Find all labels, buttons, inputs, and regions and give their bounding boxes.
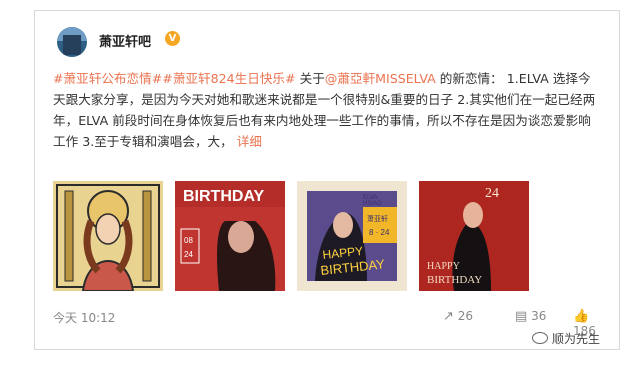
like-icon: 👍 [573,309,590,324]
hashtag-link[interactable]: #萧亚轩824生日快乐# [162,71,295,86]
account-name[interactable]: 萧亚轩吧 [99,31,151,50]
svg-text:BIRTHDAY: BIRTHDAY [427,274,482,286]
post-text: #萧亚轩公布恋情##萧亚轩824生日快乐# 关于@蕭亞軒MISSELVA 的新恋… [53,68,597,152]
verified-badge-icon: V [165,31,180,46]
share-icon: ↗ [443,309,454,324]
svg-text:24: 24 [485,186,499,201]
avatar-building [63,35,81,55]
post-image-3[interactable]: 萧亚轩 8 · 24 ELVA HSIAO HAPPY BIRTHDAY [297,181,407,291]
share-count: 26 [457,309,474,323]
post-image-2[interactable]: BIRTHDAY 08 24 [175,181,285,291]
comment-button[interactable]: ▤ 36 [515,309,546,324]
watermark: 顺为先生 [532,330,600,347]
svg-text:HSIAO: HSIAO [363,201,382,207]
birthday-poster-3: 萧亚轩 8 · 24 ELVA HSIAO HAPPY BIRTHDAY [297,181,407,291]
comment-count: 36 [531,309,547,323]
post-image-4[interactable]: 24 HAPPY BIRTHDAY [419,181,529,291]
illustration-1 [53,181,163,291]
read-more-link[interactable]: 详细 [237,134,262,149]
post-image-1[interactable] [53,181,163,291]
watermark-text: 顺为先生 [552,332,601,346]
svg-text:8 · 24: 8 · 24 [369,228,390,237]
post-text-about: 关于 [299,71,325,86]
svg-text:BIRTHDAY: BIRTHDAY [183,188,265,205]
svg-text:HAPPY: HAPPY [427,261,460,272]
post-time[interactable]: 今天 10:12 [53,309,115,326]
svg-text:24: 24 [184,250,193,259]
avatar[interactable] [57,27,87,57]
post-footer: 今天 10:12 ↗ 26 ▤ 36 👍 186 [53,309,613,338]
birthday-poster-2: BIRTHDAY 08 24 [175,181,285,291]
svg-text:萧亚轩: 萧亚轩 [367,214,388,223]
ellipsis: ， [220,134,237,149]
svg-text:08: 08 [184,236,193,245]
mention-link[interactable]: @蕭亞軒MISSELVA [325,71,436,86]
comment-icon: ▤ [515,309,528,324]
share-button[interactable]: ↗ 26 [443,309,473,324]
weibo-post-card: 萧亚轩吧 V #萧亚轩公布恋情##萧亚轩824生日快乐# 关于@蕭亞軒MISSE… [34,10,620,350]
birthday-poster-4: 24 HAPPY BIRTHDAY [419,181,529,291]
wechat-icon [532,332,548,344]
hashtag-link[interactable]: #萧亚轩公布恋情# [53,71,162,86]
